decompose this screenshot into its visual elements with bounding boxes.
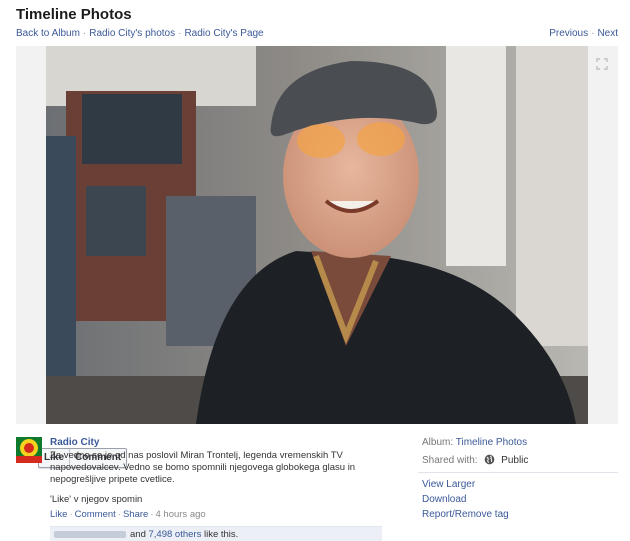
likes-text: and 7,498 others like this. [130,529,238,540]
avatar[interactable] [16,437,42,463]
redacted-names [54,531,126,538]
separator: · [69,509,73,520]
expand-icon[interactable] [596,58,608,70]
post-message: Za vedno se je od nas poslovil Miran Tro… [50,450,356,485]
comment-link[interactable]: Comment [75,509,116,520]
photo-info-sidebar: Album: Timeline Photos Shared with: Publ… [418,437,618,524]
page-title: Timeline Photos [16,6,132,23]
privacy-value[interactable]: Public [501,455,528,466]
album-label: Album: [422,437,454,448]
post-actions: Like · Comment · Share · 4 hours ago [50,509,206,520]
separator: · [117,509,121,520]
likes-prefix: and [130,529,146,540]
post-author[interactable]: Radio City [50,437,99,448]
shared-with-label: Shared with: [422,455,478,466]
like-link[interactable]: Like [50,509,67,520]
photo-stage: Like Comment [16,46,618,468]
photo[interactable] [46,46,588,424]
photo-pager: Previous · Next [549,28,618,39]
post-timestamp[interactable]: 4 hours ago [156,509,206,520]
divider [418,472,618,473]
privacy-row: Shared with: Public [422,454,618,466]
others-likes-link[interactable]: 7,498 others [149,529,202,540]
back-to-album-link[interactable]: Back to Album [16,28,80,39]
radio-city-logo-icon [16,437,42,463]
view-larger-link[interactable]: View Larger [422,479,618,490]
share-link[interactable]: Share [123,509,148,520]
album-link[interactable]: Timeline Photos [456,437,527,448]
separator: · [150,509,154,520]
owner-photos-link[interactable]: Radio City's photos [89,28,175,39]
next-link[interactable]: Next [597,28,618,39]
owner-page-link[interactable]: Radio City's Page [184,28,263,39]
likes-summary: and 7,498 others like this. [50,526,382,541]
download-link[interactable]: Download [422,494,618,505]
globe-icon [485,454,495,465]
album-row: Album: Timeline Photos [422,437,618,448]
separator: · [82,28,87,39]
photo-image [46,46,588,424]
previous-link[interactable]: Previous [549,28,588,39]
report-remove-tag-link[interactable]: Report/Remove tag [422,509,618,520]
breadcrumb: Back to Album · Radio City's photos · Radio … [16,28,264,39]
post-message-tagline: 'Like' v njegov spomin [50,494,143,505]
likes-suffix: like this. [203,529,239,540]
